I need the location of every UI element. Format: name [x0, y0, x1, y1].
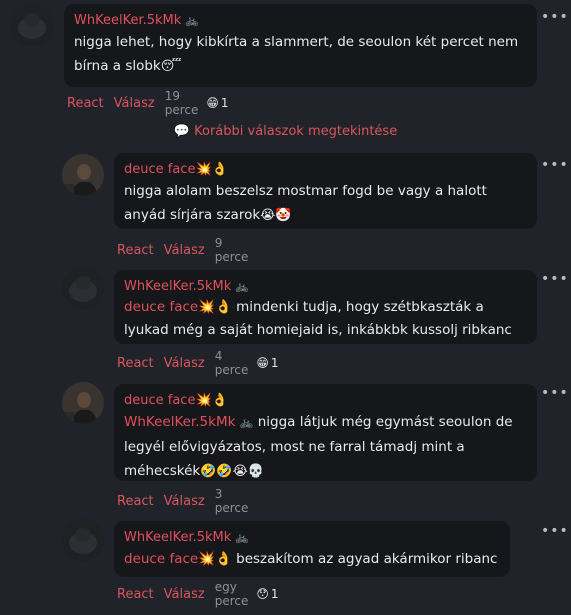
mention-link[interactable]: deuce face💥👌	[124, 551, 232, 567]
comment-actions: React Válasz 9 perce	[117, 236, 256, 264]
author-name[interactable]: deuce face💥👌	[124, 392, 527, 410]
avatar[interactable]	[62, 519, 104, 561]
comment-text: deuce face💥👌 mindenki tudja, hogy szétbk…	[124, 299, 512, 338]
comment-text: nigga alolam beszelsz mostmar fogd be va…	[124, 183, 487, 223]
more-horizontal-icon[interactable]: •••	[541, 524, 569, 538]
reaction-summary[interactable]: 😁 1	[206, 96, 228, 110]
timestamp: 9 perce	[214, 236, 249, 264]
react-button[interactable]: React	[117, 243, 154, 258]
comment-actions: React Válasz 4 perce 😁 1	[117, 349, 279, 377]
reply-button[interactable]: Válasz	[164, 356, 205, 371]
reaction-summary[interactable]: 😯 1	[256, 587, 278, 601]
timestamp: 4 perce	[214, 349, 249, 377]
bicycle-icon: 🚲	[235, 280, 249, 293]
view-earlier-replies-link[interactable]: 💬 Korábbi válaszok megtekintése	[0, 124, 571, 139]
more-horizontal-icon[interactable]: •••	[541, 10, 569, 24]
comment-actions: React Válasz 3 perce	[117, 487, 256, 515]
author-name[interactable]: WhKeelKer.5kMk 🚲	[124, 529, 500, 547]
more-horizontal-icon[interactable]: •••	[541, 158, 569, 172]
avatar[interactable]	[62, 267, 104, 309]
reply-button[interactable]: Válasz	[164, 243, 205, 258]
avatar[interactable]	[62, 382, 104, 424]
speech-bubble-icon: 💬	[173, 124, 190, 139]
comment-actions: React Válasz egy perce 😯 1	[117, 580, 279, 608]
author-name[interactable]: WhKeelKer.5kMk 🚲	[74, 12, 527, 30]
more-horizontal-icon[interactable]: •••	[541, 272, 569, 286]
timestamp: 3 perce	[214, 487, 249, 515]
more-horizontal-icon[interactable]: •••	[541, 386, 569, 400]
mention-link[interactable]: deuce face💥👌	[124, 299, 232, 315]
reaction-summary[interactable]: 😁 1	[256, 356, 278, 370]
comment-text: deuce face💥👌 beszakítom az agyad akármik…	[124, 551, 498, 567]
comment-text: nigga lehet, hogy kibkírta a slammert, d…	[74, 34, 519, 74]
comment-actions: React Válasz 19 perce 😁 1	[67, 89, 229, 117]
avatar[interactable]	[62, 154, 104, 196]
comment-bubble: WhKeelKer.5kMk 🚲 deuce face💥👌 mindenki tu…	[114, 270, 537, 344]
reply-button[interactable]: Válasz	[164, 587, 205, 602]
react-button[interactable]: React	[117, 587, 154, 602]
react-button[interactable]: React	[117, 356, 154, 371]
react-button[interactable]: React	[117, 494, 154, 509]
comment-bubble: deuce face💥👌 WhKeelKer.5kMk 🚲 nigga látj…	[114, 384, 537, 481]
comment-bubble: WhKeelKer.5kMk 🚲 deuce face💥👌 beszakítom …	[114, 521, 510, 577]
avatar[interactable]	[11, 4, 53, 46]
mention-link[interactable]: WhKeelKer.5kMk 🚲	[124, 414, 253, 430]
comment-bubble: WhKeelKer.5kMk 🚲 nigga lehet, hogy kibkír…	[64, 4, 537, 87]
reply-button[interactable]: Válasz	[164, 494, 205, 509]
bicycle-icon: 🚲	[239, 416, 254, 429]
timestamp: 19 perce	[164, 89, 199, 117]
bicycle-icon: 🚲	[185, 14, 199, 27]
comment-bubble: deuce face💥👌 nigga alolam beszelsz mostm…	[114, 153, 537, 229]
reply-button[interactable]: Válasz	[114, 96, 155, 111]
react-button[interactable]: React	[67, 96, 104, 111]
comment-text: WhKeelKer.5kMk 🚲 nigga látjuk még egymás…	[124, 414, 513, 479]
author-name[interactable]: WhKeelKer.5kMk 🚲	[124, 278, 527, 296]
author-name[interactable]: deuce face💥👌	[124, 161, 527, 179]
timestamp: egy perce	[214, 580, 249, 608]
bicycle-icon: 🚲	[235, 531, 249, 544]
